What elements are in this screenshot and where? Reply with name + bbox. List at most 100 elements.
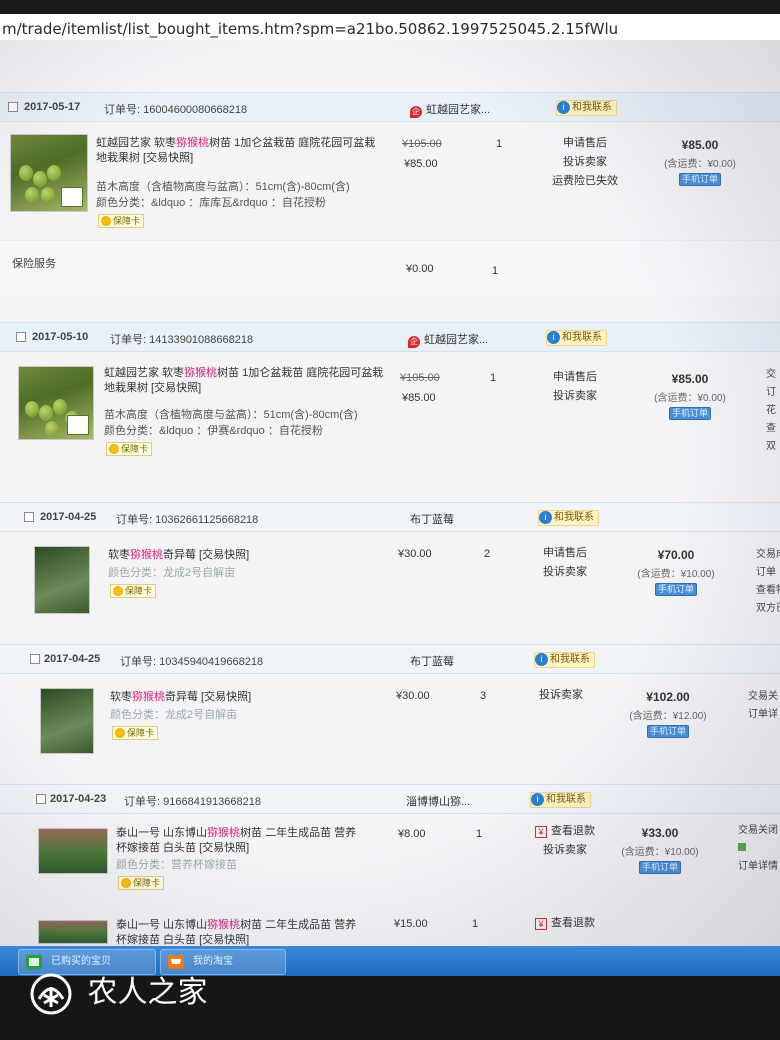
unit-price: ¥30.00 [396,690,430,702]
order-header: 2017-05-17 订单号: 16004600080668218 企虹越园艺家… [0,92,780,122]
product-attr: 颜色分类：龙成2号自解亩 [110,709,238,721]
total-amount: ¥70.00 [657,548,695,562]
product-attr: 颜色分类：&ldquo ：库库瓦&rdquo ：自花授粉 [96,197,326,209]
guarantee-card-link[interactable]: 保障卡 [106,442,153,456]
product-attr: 颜色分类：&ldquo ：伊赛&rdquo ：自花授粉 [104,425,323,437]
product-title[interactable]: 虹越园艺家 软枣猕猴桃树苗 1加仑盆栽苗 庭院花园可盆栽地栽果树 [交易快照] [96,136,386,166]
shop-link[interactable]: 企虹越园艺家... [410,101,490,118]
order-checkbox[interactable] [24,512,34,522]
order-checkbox[interactable] [8,102,18,112]
status-green-icon [738,843,746,851]
order-date: 2017-05-17 [24,101,81,113]
shipping-fee: (含运费：¥0.00) [654,393,726,404]
contact-seller-button[interactable]: i 和我联系 [534,652,595,668]
mobile-order-button[interactable]: 手机订单 [647,725,689,738]
order-status-column: 交易成 订单 查看物 双方已 [756,549,780,614]
product-title[interactable]: 软枣猕猴桃奇异莓 [交易快照] [110,690,360,705]
complain-seller-link[interactable]: 投诉卖家 [530,387,620,406]
mobile-order-button[interactable]: 手机订单 [669,407,711,420]
guarantee-card-link[interactable]: 保障卡 [98,214,145,228]
guarantee-card-link[interactable]: 保障卡 [118,876,165,890]
shop-name[interactable]: 淄博博山猕... [406,793,470,809]
order-item-row: 软枣猕猴桃奇异莓 [交易快照] 颜色分类：龙成2号自解亩 保障卡 ¥30.00 … [0,674,780,784]
mobile-order-button[interactable]: 手机订单 [655,583,697,596]
item-actions: ¥ 查看退款 投诉卖家 [520,822,610,860]
order-date: 2017-04-25 [40,511,97,523]
order-date: 2017-05-10 [32,331,89,343]
order-item-row: 虹越园艺家 软枣猕猴桃树苗 1加仑盆栽苗 庭院花园可盆栽地栽果树 [交易快照] … [0,352,780,502]
mobile-order-button[interactable]: 手机订单 [639,861,681,874]
contact-label: 和我联系 [550,654,590,665]
item-actions: 申请售后 投诉卖家 运费险已失效 [540,134,630,191]
order-checkbox[interactable] [30,654,40,664]
contact-seller-button[interactable]: i 和我联系 [530,792,591,808]
shop-badge-icon: 企 [408,336,420,348]
shop-name: 虹越园艺家... [424,334,489,346]
item-actions: 申请售后 投诉卖家 [520,544,610,582]
order-item-row: 虹越园艺家 软枣猕猴桃树苗 1加仑盆栽苗 庭院花园可盆栽地栽果树 [交易快照] … [0,122,780,240]
contact-label: 和我联系 [554,512,594,523]
product-title[interactable]: 软枣猕猴桃奇异莓 [交易快照] [108,548,358,563]
order-list: 2017-05-17 订单号: 16004600080668218 企虹越园艺家… [0,92,780,946]
shop-name[interactable]: 布丁蓝莓 [410,511,454,527]
order-total: ¥85.00 (含运费：¥0.00) 手机订单 [650,138,750,186]
contact-seller-button[interactable]: i 和我联系 [538,510,599,526]
order-card: 2017-04-25 订单号: 10362661125668218 布丁蓝莓 i… [0,502,780,644]
contact-label: 和我联系 [546,794,586,805]
total-amount: ¥85.00 [671,372,709,386]
insurance-price: ¥0.00 [406,263,434,275]
apply-aftersale-link[interactable]: 申请售后 [520,544,610,563]
product-thumbnail[interactable] [18,366,94,440]
product-title[interactable]: 虹越园艺家 软枣猕猴桃树苗 1加仑盆栽苗 庭院花园可盆栽地栽果树 [交易快照] [104,366,384,396]
order-total: ¥102.00 (含运费：¥12.00) 手机订单 [618,690,718,738]
contact-seller-button[interactable]: i 和我联系 [556,100,617,116]
apply-aftersale-link[interactable]: 申请售后 [540,134,630,153]
product-title[interactable]: 泰山一号 山东博山猕猴桃树苗 二年生成品苗 营养杯嫁接苗 白头苗 [交易快照] [116,918,366,948]
wangwang-icon: i [547,331,560,344]
shop-link[interactable]: 企虹越园艺家... [408,331,488,348]
shop-name: 虹越园艺家... [426,104,491,116]
product-thumbnail[interactable] [10,134,88,212]
order-number: 订单号: 9166841913668218 [124,796,261,808]
order-number: 订单号: 16004600080668218 [104,104,248,116]
product-thumbnail[interactable] [38,828,108,874]
complain-seller-link[interactable]: 投诉卖家 [520,841,610,860]
complain-seller-link[interactable]: 投诉卖家 [520,563,610,582]
unit-price: ¥8.00 [398,828,426,840]
order-date: 2017-04-23 [50,793,107,805]
order-number: 订单号: 10345940419668218 [120,656,264,668]
apply-aftersale-link[interactable]: 申请售后 [530,368,620,387]
unit-price: ¥85.00 [404,158,438,170]
product-thumbnail[interactable] [38,920,108,944]
order-item-row: 泰山一号 山东博山猕猴桃树苗 二年生成品苗 营养杯嫁接苗 白头苗 [交易快照] … [0,814,780,910]
insurance-qty: 1 [492,265,499,277]
order-total: ¥70.00 (含运费：¥10.00) 手机订单 [626,548,726,596]
contact-seller-button[interactable]: i 和我联系 [546,330,607,346]
product-thumbnail[interactable] [34,546,90,614]
guarantee-card-link[interactable]: 保障卡 [110,584,157,598]
view-refund-link[interactable]: ¥ 查看退款 [520,822,610,841]
complain-seller-link[interactable]: 投诉卖家 [516,686,606,705]
guarantee-card-link[interactable]: 保障卡 [112,726,159,740]
shipping-fee: (含运费：¥10.00) [621,847,699,858]
wangwang-icon: i [557,101,570,114]
order-checkbox[interactable] [36,794,46,804]
total-amount: ¥33.00 [641,826,679,840]
original-price: ¥105.00 [402,138,442,150]
product-thumbnail[interactable] [40,688,94,754]
complain-seller-link[interactable]: 投诉卖家 [540,153,630,172]
wangwang-icon: i [535,653,548,666]
order-checkbox[interactable] [16,332,26,342]
flower-icon [115,728,125,738]
product-title[interactable]: 泰山一号 山东博山猕猴桃树苗 二年生成品苗 营养杯嫁接苗 白头苗 [交易快照] [116,826,366,856]
mobile-order-button[interactable]: 手机订单 [679,173,721,186]
total-amount: ¥85.00 [681,138,719,152]
total-amount: ¥102.00 [646,690,690,704]
order-header: 2017-04-25 订单号: 10345940419668218 布丁蓝莓 i… [0,644,780,674]
view-refund-link[interactable]: ¥ 查看退款 [520,914,610,933]
order-date: 2017-04-25 [44,653,101,665]
order-card: 2017-05-10 订单号: 14133901088668218 企虹越园艺家… [0,322,780,502]
quantity: 1 [490,372,497,384]
shop-name[interactable]: 布丁蓝莓 [410,653,454,669]
unit-price: ¥30.00 [398,548,432,560]
